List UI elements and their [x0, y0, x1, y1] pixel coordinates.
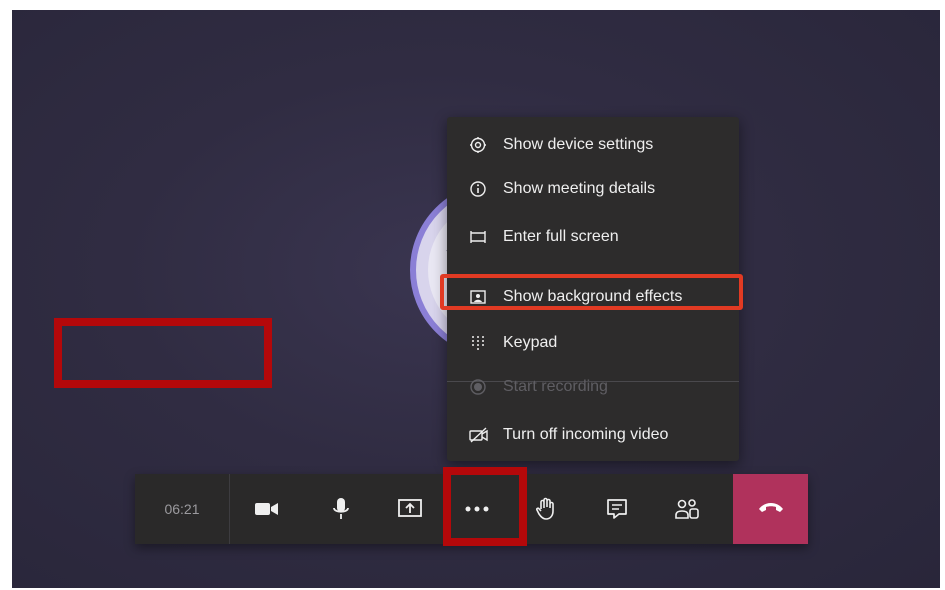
menu-item-label: Show device settings [503, 136, 654, 153]
microphone-icon [332, 497, 350, 521]
raise-hand-button[interactable] [520, 474, 574, 544]
camera-button[interactable] [240, 474, 294, 544]
microphone-button[interactable] [314, 474, 368, 544]
hang-up-icon [758, 500, 784, 518]
record-icon [469, 378, 493, 396]
menu-item-device-settings[interactable]: Show device settings [447, 123, 739, 167]
keypad-icon [469, 334, 493, 352]
menu-item-label: Keypad [503, 334, 558, 351]
gear-icon [469, 136, 493, 154]
annotation-box-left [54, 318, 272, 388]
chat-button[interactable] [590, 474, 644, 544]
menu-item-label: Turn off incoming video [503, 426, 669, 443]
menu-item-start-recording: Start recording [447, 365, 739, 409]
share-screen-icon [398, 498, 422, 520]
menu-item-label: Show meeting details [503, 180, 656, 197]
menu-item-turn-off-incoming-video[interactable]: Turn off incoming video [447, 413, 739, 457]
call-timer: 06:21 [135, 474, 230, 544]
participants-button[interactable] [660, 474, 714, 544]
share-screen-button[interactable] [383, 474, 437, 544]
menu-item-label: Enter full screen [503, 228, 619, 245]
camera-icon [255, 501, 279, 517]
menu-item-keypad[interactable]: Keypad [447, 321, 739, 365]
menu-item-full-screen[interactable]: Enter full screen [447, 215, 739, 259]
raise-hand-icon [536, 497, 558, 521]
chat-icon [606, 498, 628, 520]
video-off-icon [469, 426, 493, 444]
highlight-background-effects [440, 274, 743, 310]
menu-item-label: Start recording [503, 378, 608, 395]
fullscreen-icon [469, 228, 493, 246]
annotation-box-more-options [443, 467, 527, 546]
hang-up-button[interactable] [733, 474, 808, 544]
participants-icon [675, 498, 699, 520]
menu-item-meeting-details[interactable]: Show meeting details [447, 167, 739, 211]
info-icon [469, 180, 493, 198]
